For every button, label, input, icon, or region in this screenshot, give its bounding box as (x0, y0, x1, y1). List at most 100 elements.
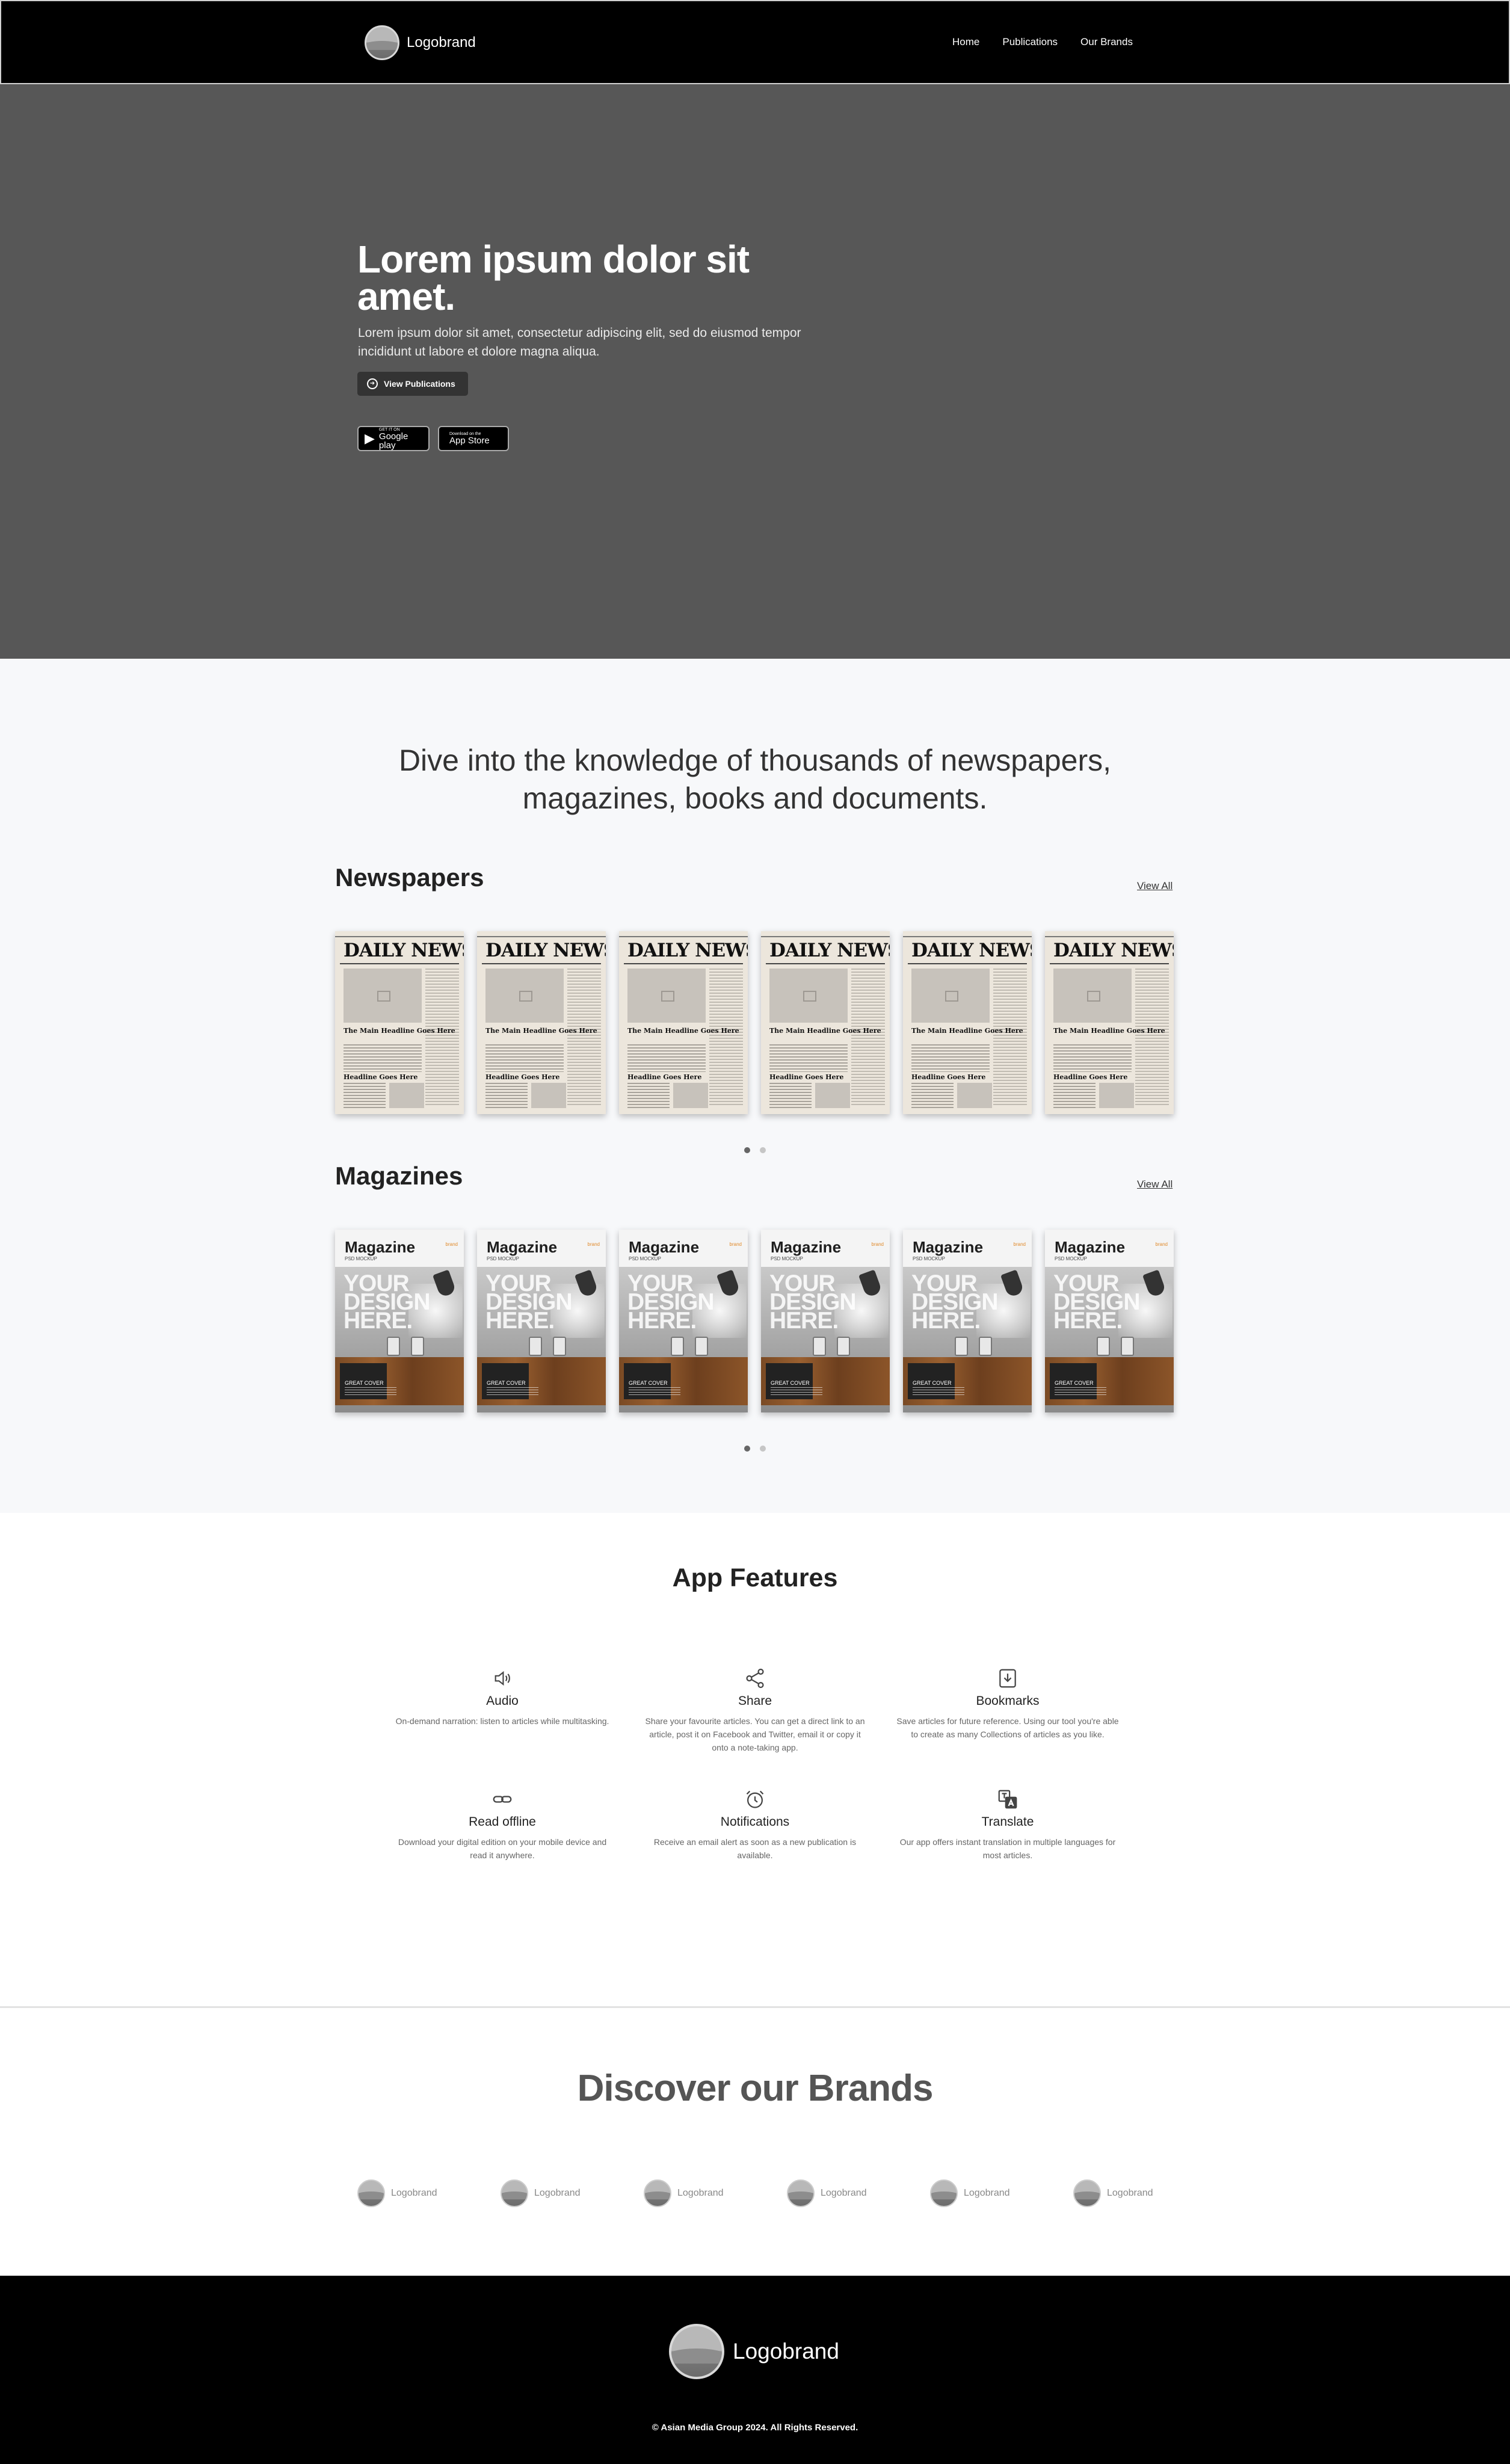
brand-logo[interactable]: Logobrand (357, 2179, 501, 2207)
magazine-cover[interactable]: Magazine PSD MOCKUP brand YOUR DESIGN HERE. GR… (903, 1230, 1032, 1412)
magazine-brand-mark: brand (1013, 1242, 1026, 1247)
arrow-circle-icon: ➜ (367, 378, 378, 389)
nav-logo[interactable]: Logobrand (365, 25, 476, 60)
image-placeholder-icon (1053, 969, 1132, 1023)
text-column (425, 969, 459, 1107)
brand-logo[interactable]: Logobrand (644, 2179, 787, 2207)
brand-logo[interactable]: Logobrand (501, 2179, 644, 2207)
hero-section: Lorem ipsum dolor sit amet. Lorem ipsum … (0, 84, 1510, 659)
feature-name: Translate (981, 1815, 1034, 1829)
speaker-icon (671, 1337, 684, 1356)
brand-logo[interactable]: Logobrand (787, 2179, 930, 2207)
magazine-brand-mark: brand (729, 1242, 742, 1247)
logo-icon (669, 2324, 724, 2379)
google-play-badge[interactable]: ▶ GET IT ON Google play (357, 426, 430, 451)
newspaper-cover[interactable]: DAILY NEWS The Main Headline Goes Here Hea… (903, 931, 1032, 1114)
app-store-text: App Store (449, 436, 490, 446)
text-column (911, 1083, 954, 1108)
image-placeholder-icon (769, 969, 848, 1023)
magazine-subtitle: PSD MOCKUP (1055, 1256, 1087, 1261)
feature-read-offline: Read offline Download your digital editi… (376, 1787, 629, 1862)
speaker-icon (411, 1337, 424, 1356)
feature-desc: Our app offers instant translation in mu… (899, 1837, 1116, 1860)
newspaper-headline: The Main Headline Goes Here (627, 1027, 739, 1035)
magazine-title: Magazine (771, 1238, 842, 1256)
translate-icon (889, 1787, 1127, 1811)
nav-link-our-brands[interactable]: Our Brands (1080, 36, 1133, 48)
magazine-cover[interactable]: Magazine PSD MOCKUP brand YOUR DESIGN HERE. GR… (335, 1230, 464, 1412)
carousel-dot[interactable] (760, 1147, 766, 1153)
brand-name: Logobrand (391, 2188, 437, 2198)
newspaper-headline-2: Headline Goes Here (1053, 1073, 1128, 1081)
image-placeholder-icon (344, 969, 422, 1023)
newspaper-cover[interactable]: DAILY NEWS The Main Headline Goes Here Hea… (1045, 931, 1174, 1114)
newspaper-cover[interactable]: DAILY NEWS The Main Headline Goes Here Hea… (335, 931, 464, 1114)
magazine-headline: YOUR DESIGN HERE. (911, 1270, 999, 1334)
text-lines (629, 1387, 680, 1396)
newspaper-headline-2: Headline Goes Here (485, 1073, 560, 1081)
text-column (709, 969, 743, 1107)
magazine-cover[interactable]: Magazine PSD MOCKUP brand YOUR DESIGN HERE. GR… (761, 1230, 890, 1412)
masthead-rule (1050, 963, 1169, 964)
nav-link-home[interactable]: Home (952, 36, 979, 48)
masthead-rule (624, 963, 743, 964)
carousel-dot[interactable] (744, 1446, 750, 1452)
brand-logo[interactable]: Logobrand (1073, 2179, 1216, 2207)
magazine-subtitle: PSD MOCKUP (629, 1256, 661, 1261)
feature-name: Bookmarks (976, 1694, 1040, 1708)
speaker-icon (383, 1666, 621, 1690)
masthead-rule (619, 936, 748, 937)
newspaper-cover[interactable]: DAILY NEWS The Main Headline Goes Here Hea… (761, 931, 890, 1114)
newspaper-headline-2: Headline Goes Here (911, 1073, 986, 1081)
app-store-badge[interactable]: Download on the App Store (438, 426, 509, 451)
magazine-brand-mark: brand (445, 1242, 458, 1247)
view-publications-button[interactable]: ➜ View Publications (357, 372, 468, 396)
newspaper-cover[interactable]: DAILY NEWS The Main Headline Goes Here Hea… (619, 931, 748, 1114)
newspaper-cover[interactable]: DAILY NEWS The Main Headline Goes Here Hea… (477, 931, 606, 1114)
text-lines (771, 1387, 822, 1396)
magazine-cover[interactable]: Magazine PSD MOCKUP brand YOUR DESIGN HERE. GR… (477, 1230, 606, 1412)
newspaper-masthead: DAILY NEWS (627, 940, 748, 961)
image-placeholder-icon (815, 1083, 850, 1108)
magazine-cover[interactable]: Magazine PSD MOCKUP brand YOUR DESIGN HERE. GR… (1045, 1230, 1174, 1412)
brand-name: Logobrand (964, 2188, 1010, 2198)
magazine-cover[interactable]: Magazine PSD MOCKUP brand YOUR DESIGN HERE. GR… (619, 1230, 748, 1412)
magazine-subtitle: PSD MOCKUP (345, 1256, 377, 1261)
image-placeholder-icon (957, 1083, 992, 1108)
brand-name: Logobrand (677, 2188, 724, 2198)
masthead-rule (340, 963, 459, 964)
text-column (1135, 969, 1169, 1107)
nav-links: Home Publications Our Brands (952, 36, 1133, 48)
text-column (485, 1083, 528, 1108)
brand-logo[interactable]: Logobrand (930, 2179, 1073, 2207)
footer-logo[interactable]: Logobrand (669, 2324, 839, 2379)
footer-logo-text: Logobrand (733, 2339, 839, 2364)
newspaper-masthead: DAILY NEWS (1053, 940, 1174, 961)
store-badges: ▶ GET IT ON Google play Download on the … (357, 426, 509, 451)
catalog-tagline: Dive into the knowledge of thousands of … (398, 744, 1112, 815)
text-column (627, 1083, 670, 1108)
magazine-title: Magazine (913, 1238, 984, 1256)
masthead-rule (766, 963, 885, 964)
nav-link-publications[interactable]: Publications (1002, 36, 1058, 48)
text-column (1053, 1083, 1096, 1108)
magazines-view-all-link[interactable]: View All (1137, 1178, 1173, 1190)
masthead-rule (1045, 936, 1174, 937)
text-column (485, 1044, 564, 1072)
masthead-rule (335, 936, 464, 937)
google-play-text: Google play (378, 431, 408, 451)
image-placeholder-icon (389, 1083, 424, 1108)
masthead-rule (761, 936, 890, 937)
view-publications-label: View Publications (384, 379, 455, 389)
newspaper-masthead: DAILY NEWS (344, 940, 464, 961)
newspapers-view-all-link[interactable]: View All (1137, 880, 1173, 892)
carousel-dot[interactable] (744, 1147, 750, 1153)
app-features-section: App Features Audio On-demand narration: … (0, 1513, 1510, 2006)
nav-logo-text: Logobrand (407, 34, 476, 51)
magazine-headline: YOUR DESIGN HERE. (485, 1270, 573, 1334)
magazine-title: Magazine (1055, 1238, 1126, 1256)
carousel-dot[interactable] (760, 1446, 766, 1452)
magazine-title: Magazine (629, 1238, 700, 1256)
magazine-title: Magazine (487, 1238, 558, 1256)
text-column (993, 969, 1027, 1107)
